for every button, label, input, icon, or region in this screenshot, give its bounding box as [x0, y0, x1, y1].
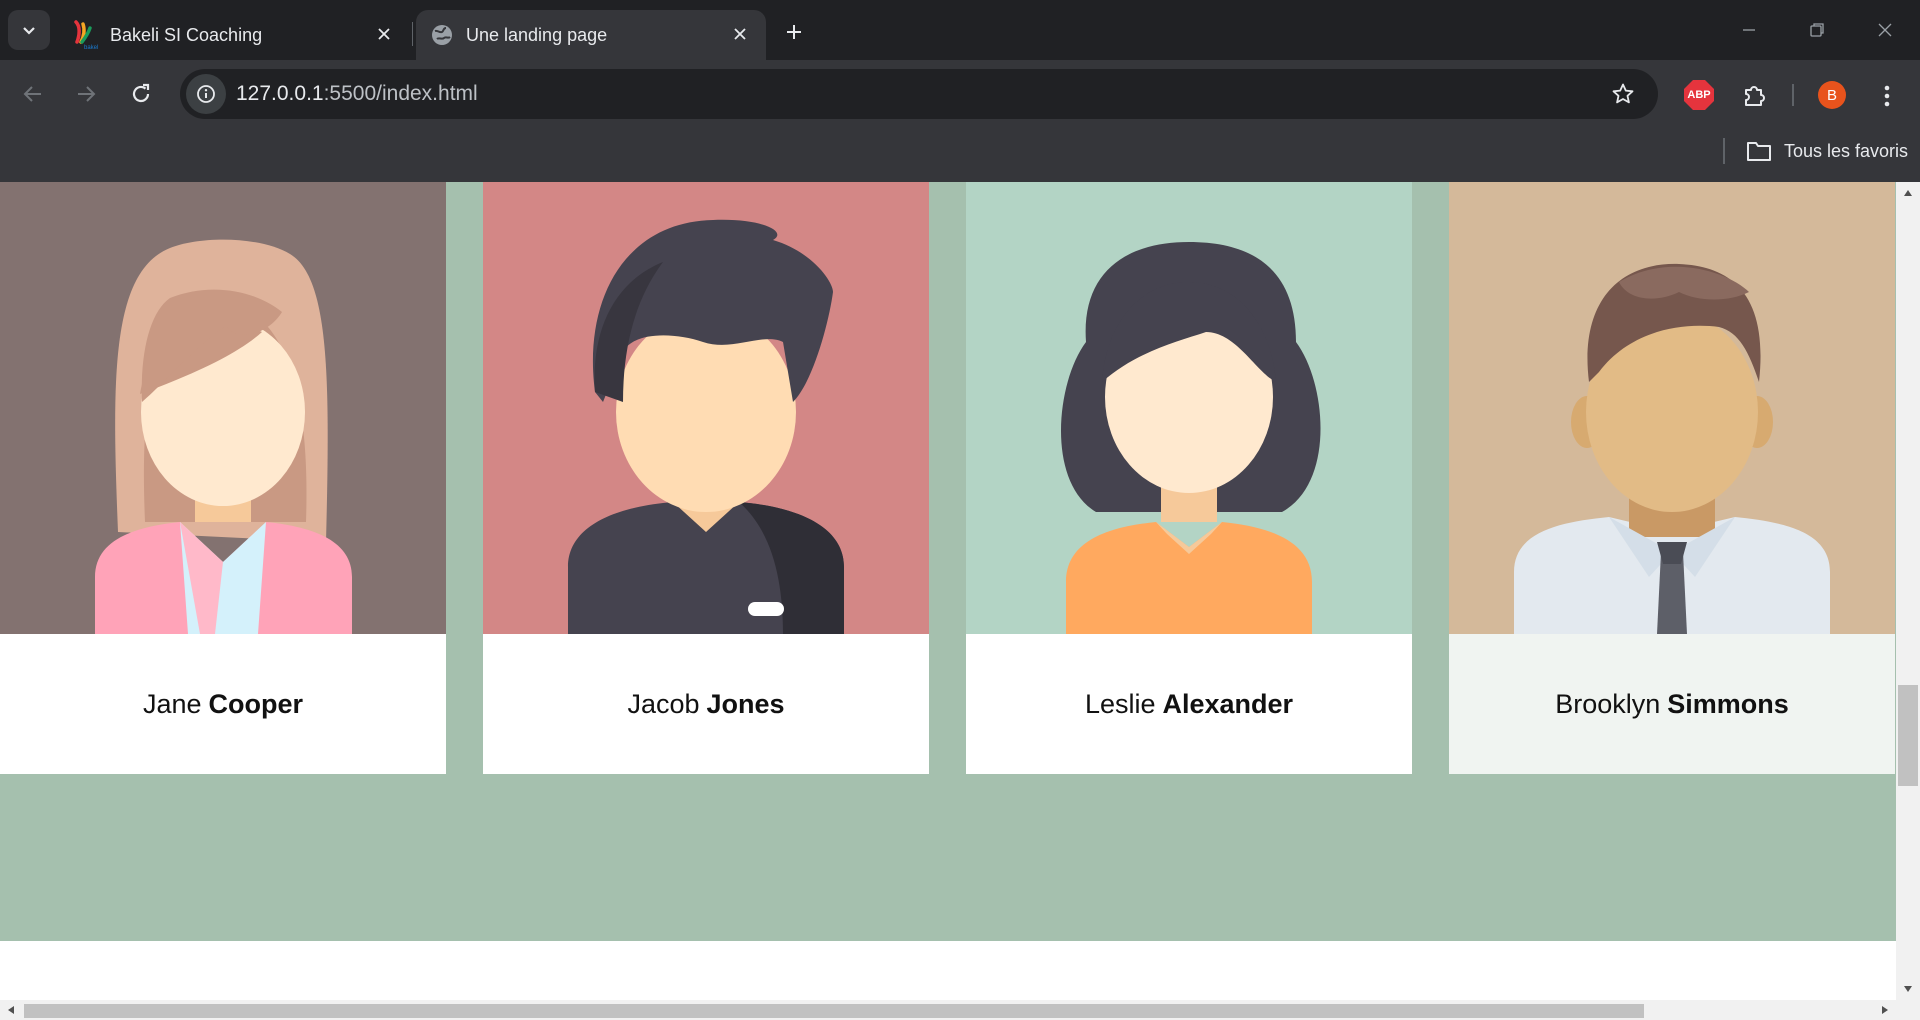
- scroll-right-arrow-icon[interactable]: [1874, 1000, 1896, 1020]
- team-card: Leslie Alexander: [966, 182, 1412, 774]
- member-first-name: Jacob: [627, 688, 700, 719]
- chevron-down-icon: [23, 27, 35, 35]
- tab-title: Une landing page: [466, 24, 608, 45]
- member-last-name: Simmons: [1667, 688, 1789, 719]
- team-card: Brooklyn Simmons: [1449, 182, 1895, 774]
- bakeli-logo-icon: bakeli: [74, 20, 98, 50]
- member-last-name: Alexander: [1162, 688, 1294, 719]
- reload-icon: [132, 83, 150, 103]
- team-card: Jane Cooper: [0, 182, 446, 774]
- address-bar[interactable]: 127.0.0.1:5500/index.html: [180, 69, 1658, 119]
- svg-text:bakeli: bakeli: [84, 45, 98, 50]
- team-section: Jane Cooper Jacob Jones Leslie Alexander…: [0, 182, 1896, 941]
- member-photo: [483, 182, 929, 634]
- member-photo: [966, 182, 1412, 634]
- scrollbar-corner: [1896, 1000, 1920, 1020]
- star-icon: [1612, 83, 1634, 104]
- member-last-name: Jones: [706, 688, 785, 719]
- back-button[interactable]: [13, 74, 53, 114]
- puzzle-icon: [1745, 86, 1765, 106]
- tab-separator: [412, 22, 413, 46]
- member-name: Brooklyn Simmons: [1449, 634, 1895, 774]
- tab-strip: bakeli Bakeli SI Coaching Une landing pa…: [0, 0, 1920, 60]
- tab-title: Bakeli SI Coaching: [110, 24, 263, 45]
- info-icon: [197, 85, 215, 103]
- member-first-name: Leslie: [1084, 688, 1156, 719]
- horizontal-scrollbar[interactable]: [0, 1000, 1896, 1020]
- minimize-button[interactable]: [1724, 10, 1774, 50]
- scroll-up-arrow-icon[interactable]: [1896, 182, 1920, 204]
- bookmarks-separator: [1723, 138, 1725, 164]
- member-first-name: Jane: [142, 688, 202, 719]
- new-tab-button[interactable]: [776, 14, 812, 50]
- member-last-name: Cooper: [208, 688, 304, 719]
- vertical-scroll-thumb[interactable]: [1898, 685, 1918, 786]
- minimize-icon: [1743, 29, 1755, 31]
- all-bookmarks-label: Tous les favoris: [1784, 140, 1909, 161]
- close-icon: [1878, 23, 1892, 37]
- member-first-name: Brooklyn: [1555, 688, 1661, 719]
- site-info-button[interactable]: [186, 74, 226, 114]
- toolbar-separator: [1792, 84, 1794, 106]
- tab-landing-page[interactable]: Une landing page: [416, 10, 766, 60]
- tab-search-button[interactable]: [8, 10, 50, 50]
- close-window-button[interactable]: [1860, 10, 1910, 50]
- man-dark-hair-avatar: [483, 182, 929, 634]
- member-photo: [1449, 182, 1895, 634]
- member-name: Jacob Jones: [483, 634, 929, 774]
- profile-avatar[interactable]: B: [1818, 81, 1846, 109]
- plus-icon: [787, 25, 801, 39]
- browser-menu-button[interactable]: [1872, 76, 1902, 116]
- browser-toolbar: 127.0.0.1:5500/index.html ABP B: [0, 60, 1920, 128]
- page-viewport: Jane Cooper Jacob Jones Leslie Alexander…: [0, 182, 1920, 1020]
- member-photo: [0, 182, 446, 634]
- restore-icon: [1810, 23, 1824, 37]
- woman-dark-hair-avatar: [966, 182, 1412, 634]
- team-card: Jacob Jones: [483, 182, 929, 774]
- extensions-button[interactable]: [1738, 78, 1772, 112]
- tab-bakeli[interactable]: bakeli Bakeli SI Coaching: [60, 10, 410, 60]
- restore-button[interactable]: [1792, 10, 1842, 50]
- forward-button[interactable]: [66, 74, 106, 114]
- globe-icon: [432, 25, 452, 45]
- close-tab-icon[interactable]: [372, 22, 396, 46]
- url-text: 127.0.0.1:5500/index.html: [236, 82, 478, 106]
- bookmark-star-button[interactable]: [1608, 79, 1638, 109]
- folder-icon: [1747, 142, 1771, 161]
- adblock-plus-icon[interactable]: ABP: [1684, 80, 1714, 110]
- bookmarks-bar: Tous les favoris: [0, 128, 1920, 182]
- arrow-right-icon: [78, 86, 96, 102]
- close-tab-icon[interactable]: [728, 22, 752, 46]
- url-host: 127.0.0.1: [236, 82, 324, 105]
- all-bookmarks-button[interactable]: Tous les favoris: [1746, 136, 1908, 166]
- member-name: Jane Cooper: [0, 634, 446, 774]
- horizontal-scroll-thumb[interactable]: [24, 1004, 1644, 1018]
- url-path: :5500/index.html: [323, 82, 478, 105]
- scroll-left-arrow-icon[interactable]: [0, 1000, 22, 1020]
- woman-long-hair-avatar: [0, 182, 446, 634]
- more-vert-icon: [1884, 85, 1890, 107]
- arrow-left-icon: [23, 86, 41, 102]
- scroll-down-arrow-icon[interactable]: [1896, 978, 1920, 1000]
- member-name: Leslie Alexander: [966, 634, 1412, 774]
- vertical-scrollbar[interactable]: [1896, 182, 1920, 1000]
- man-tie-avatar: [1449, 182, 1895, 634]
- reload-button[interactable]: [121, 74, 161, 114]
